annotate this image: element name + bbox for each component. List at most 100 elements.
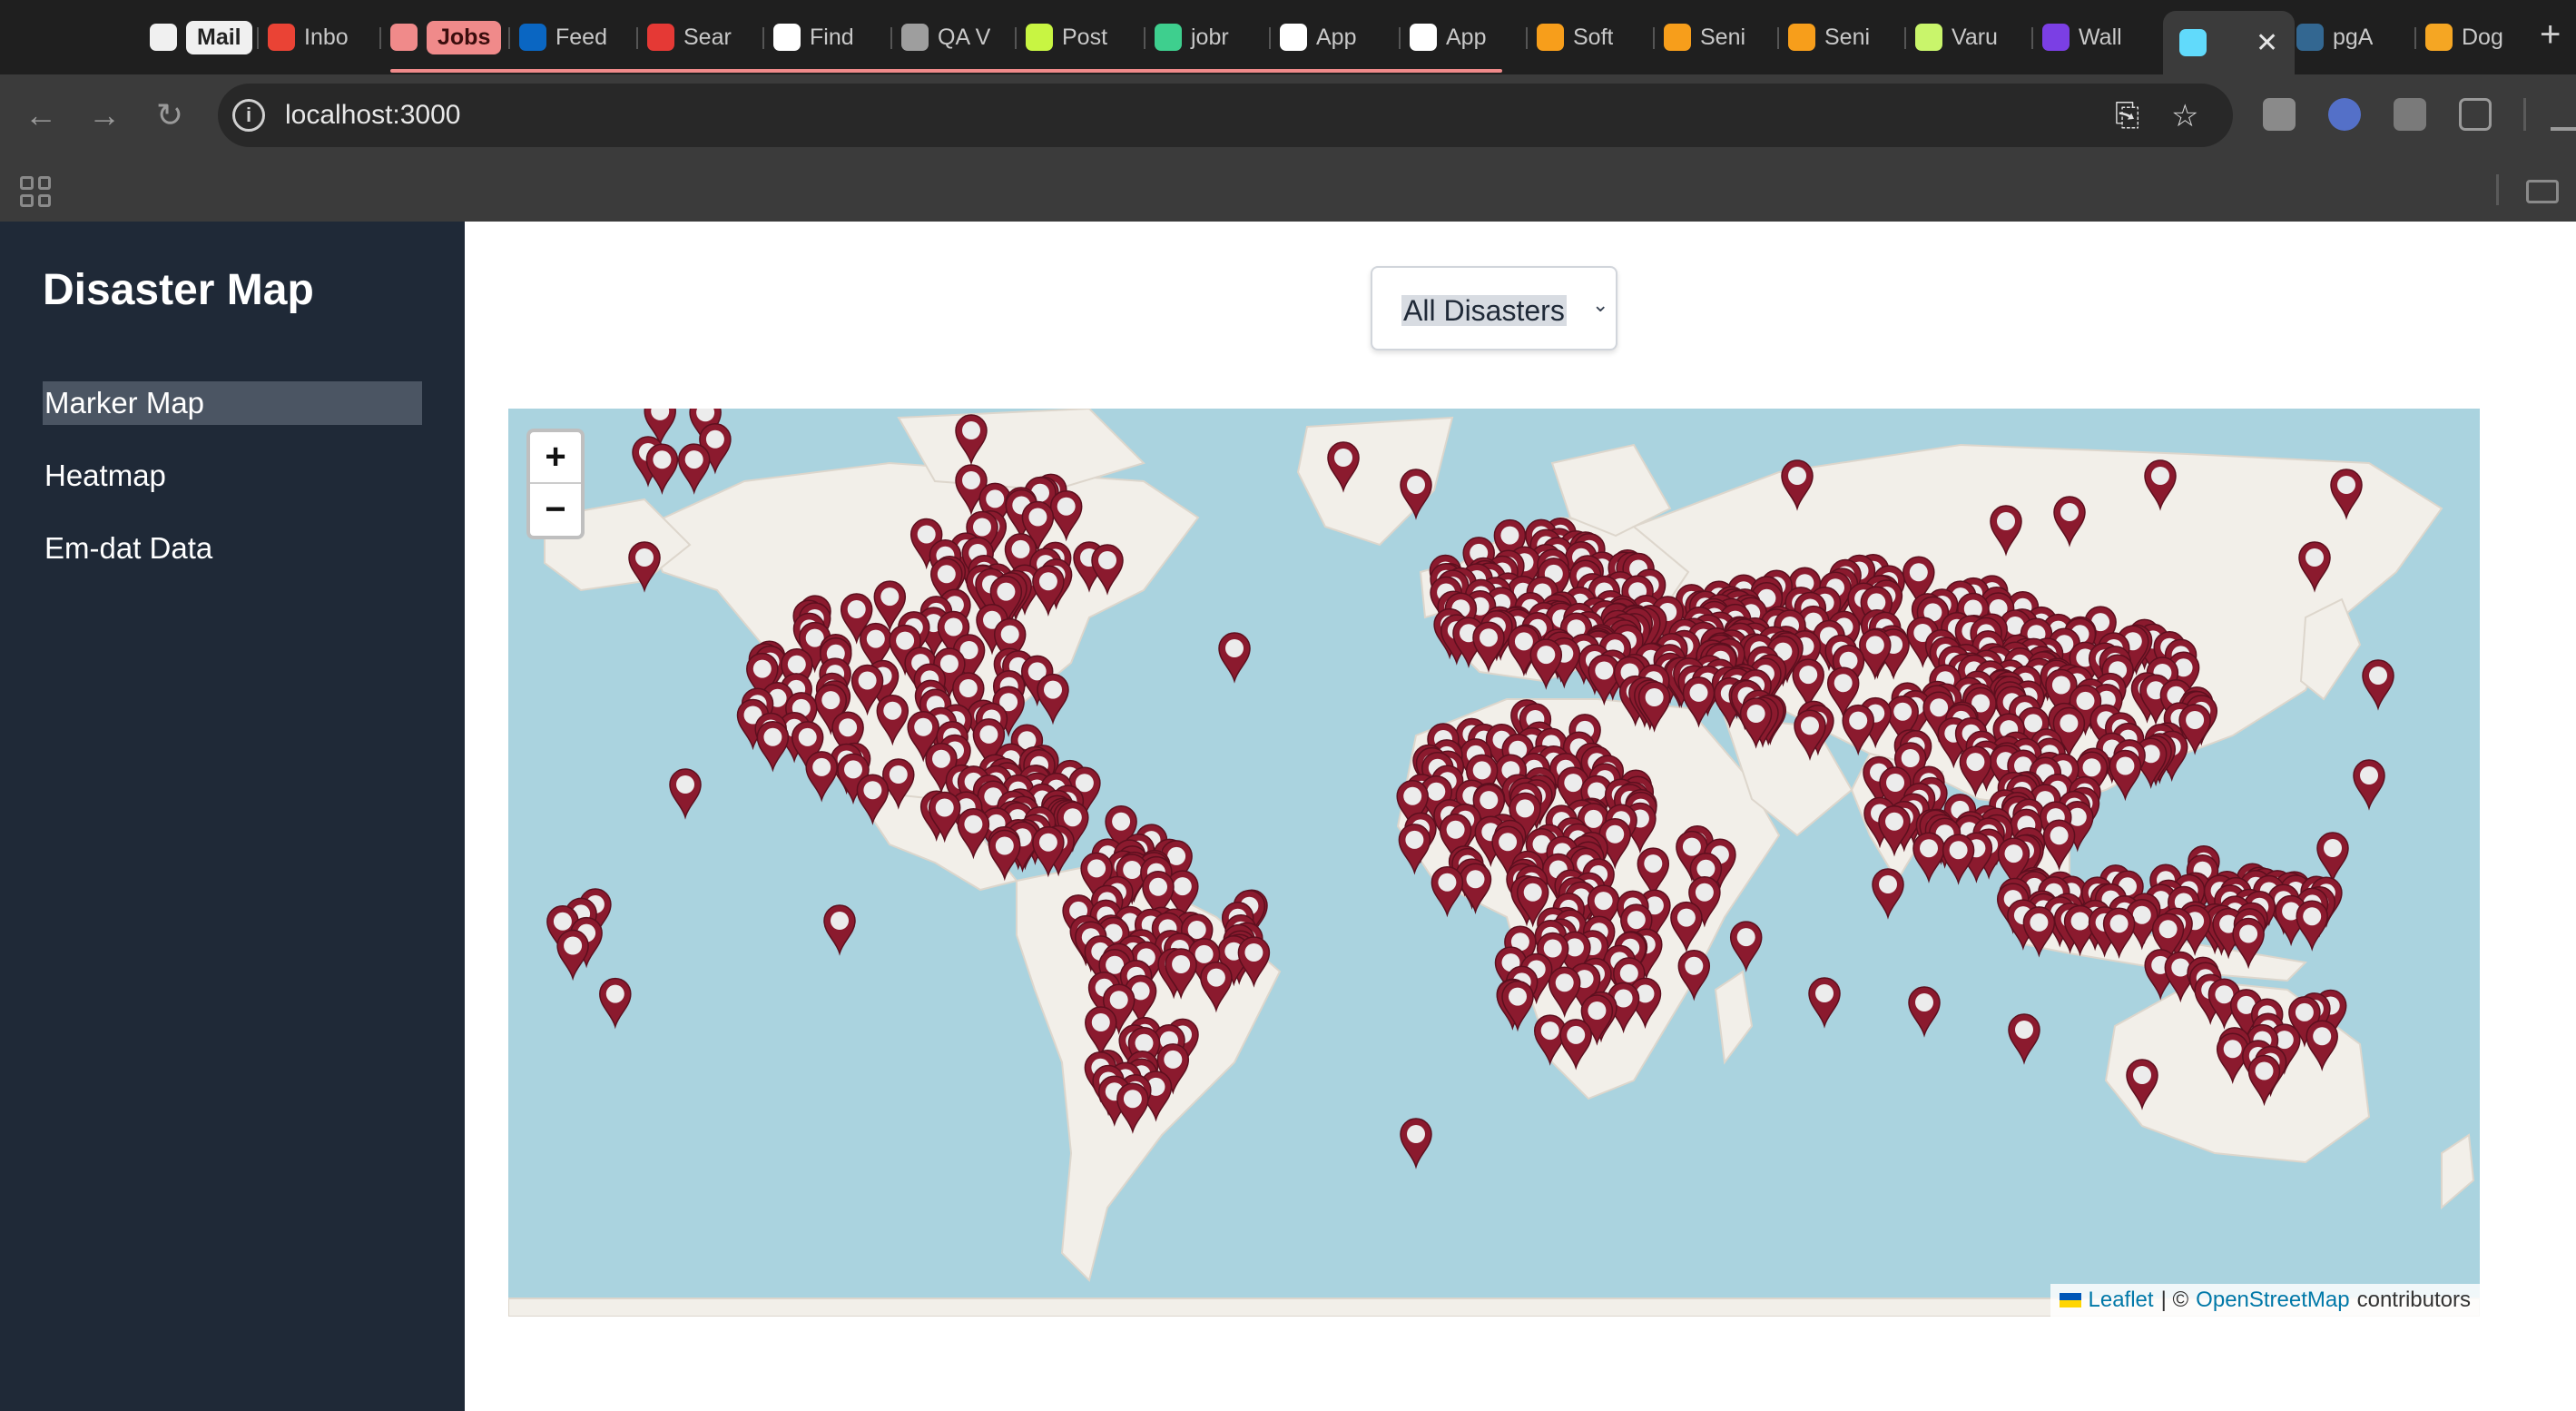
selected-disaster-type[interactable]: All Disasters: [1401, 295, 1567, 326]
nav-item-marker-map[interactable]: Marker Map: [43, 381, 422, 425]
leaflet-link[interactable]: Leaflet: [2089, 1284, 2154, 1317]
nav-item-emdat-data[interactable]: Em-dat Data: [43, 527, 422, 570]
tab-label: Dog: [2462, 24, 2503, 50]
browser-tab[interactable]: Find: [773, 16, 854, 58]
map-container[interactable]: + − Leaflet | © OpenStreetMap contributo…: [508, 409, 2480, 1317]
zoom-out-button[interactable]: −: [530, 484, 581, 536]
tab-label: Feed: [556, 24, 607, 50]
linkedin-icon: [519, 24, 546, 51]
land-layer: [508, 409, 2480, 1317]
close-tab-icon[interactable]: ✕: [2256, 27, 2278, 59]
browser-tab[interactable]: Post: [1026, 16, 1107, 58]
browser-tab[interactable]: pgA: [2296, 16, 2373, 58]
tab-group-underline: [390, 69, 1502, 73]
disaster-marker-icon[interactable]: [805, 751, 838, 803]
ukraine-flag-icon: [2059, 1293, 2081, 1307]
disaster-marker-icon[interactable]: [1431, 865, 1464, 918]
disaster-type-select[interactable]: All Disasters ⌄: [1371, 266, 1617, 350]
browser-tab[interactable]: Seni: [1664, 16, 1745, 58]
tab-separator: [1269, 27, 1271, 49]
extension-icon[interactable]: [2263, 98, 2296, 131]
disaster-marker-icon[interactable]: [645, 443, 679, 496]
browser-tab[interactable]: Seni: [1788, 16, 1870, 58]
wellfound-icon: [773, 24, 801, 51]
disaster-marker-icon[interactable]: [2109, 749, 2142, 802]
browser-tab[interactable]: App: [1410, 16, 1486, 58]
tab-separator: [890, 27, 892, 49]
extensions-puzzle-icon[interactable]: [2459, 98, 2492, 131]
disaster-marker-icon[interactable]: [1942, 834, 1975, 885]
disaster-marker-icon[interactable]: [599, 977, 632, 1030]
browser-tab[interactable]: Sear: [647, 16, 732, 58]
map-canvas[interactable]: [508, 409, 2480, 1317]
install-app-icon[interactable]: ⎘: [2115, 98, 2139, 133]
tab-label: Find: [810, 24, 854, 50]
extension-icon[interactable]: [2328, 98, 2361, 131]
browser-tab[interactable]: Mail: [150, 16, 252, 58]
disaster-marker-icon[interactable]: [677, 443, 711, 495]
disaster-marker-icon[interactable]: [2008, 1013, 2040, 1065]
url-text[interactable]: localhost:3000: [285, 100, 460, 131]
github-icon: [390, 24, 418, 51]
folder-icon[interactable]: [2526, 180, 2559, 203]
browser-tab[interactable]: Varu: [1915, 16, 1998, 58]
browser-tab[interactable]: Feed: [519, 16, 607, 58]
toolbar-divider: [2523, 98, 2526, 131]
disaster-marker-icon[interactable]: [1037, 673, 1069, 725]
github-icon: [150, 24, 177, 51]
tab-label: Seni: [1824, 24, 1871, 50]
new-tab-button[interactable]: +: [2540, 15, 2561, 55]
tab-label: QA V: [938, 24, 991, 50]
disaster-marker-icon[interactable]: [1872, 868, 1904, 920]
oracle-icon: [647, 24, 674, 51]
disaster-marker-icon[interactable]: [2353, 759, 2385, 811]
disaster-marker-icon[interactable]: [1218, 632, 1251, 684]
disaster-marker-icon[interactable]: [823, 904, 856, 956]
browser-tab[interactable]: Dog: [2425, 16, 2503, 58]
browser-tab[interactable]: Jobs: [390, 16, 502, 58]
site-info-icon[interactable]: i: [232, 99, 265, 132]
browser-tab[interactable]: QA V: [901, 16, 990, 58]
disaster-marker-icon[interactable]: [556, 929, 589, 982]
disaster-marker-icon[interactable]: [1808, 977, 1841, 1029]
disaster-marker-icon[interactable]: [1912, 832, 1945, 883]
amazon-icon: [1410, 24, 1437, 51]
tab-separator: [2031, 27, 2033, 49]
browser-tab[interactable]: Inbo: [268, 16, 349, 58]
browser-tab[interactable]: App: [1280, 16, 1356, 58]
browser-tab[interactable]: ✕: [2163, 11, 2296, 74]
zoom-in-button[interactable]: +: [530, 432, 581, 484]
disaster-marker-icon[interactable]: [756, 721, 790, 773]
browser-tab[interactable]: Wall: [2042, 16, 2122, 58]
browser-tab[interactable]: Soft: [1537, 16, 1613, 58]
address-bar[interactable]: i localhost:3000 ⎘ ☆: [218, 84, 2233, 147]
bookmark-star-icon[interactable]: ☆: [2171, 98, 2198, 134]
nav-item-heatmap[interactable]: Heatmap: [43, 454, 422, 498]
forward-icon[interactable]: →: [84, 94, 125, 136]
chevron-down-icon: ⌄: [1592, 293, 1609, 316]
tab-separator: [508, 27, 510, 49]
back-icon[interactable]: ←: [20, 94, 62, 136]
disaster-marker-icon[interactable]: [1400, 1118, 1432, 1169]
disaster-marker-icon[interactable]: [2316, 832, 2349, 883]
disaster-marker-icon[interactable]: [2296, 900, 2328, 952]
tab-label: Sear: [683, 24, 732, 50]
disaster-marker-icon[interactable]: [2362, 659, 2394, 711]
tab-separator: [2414, 27, 2416, 49]
tab-label: Wall: [2079, 24, 2122, 50]
disaster-marker-icon[interactable]: [1501, 980, 1534, 1032]
disaster-marker-icon[interactable]: [1729, 921, 1763, 972]
handshake-icon: [1026, 24, 1053, 51]
reload-icon[interactable]: ↻: [149, 94, 191, 136]
mastercard-icon: [1788, 24, 1815, 51]
disaster-marker-icon[interactable]: [1908, 986, 1941, 1038]
apps-grid-icon[interactable]: [20, 176, 51, 207]
tab-separator: [1904, 27, 1906, 49]
disaster-marker-icon[interactable]: [669, 768, 702, 820]
browser-tab[interactable]: jobr: [1155, 16, 1229, 58]
extension-icon[interactable]: [2394, 98, 2426, 131]
download-icon[interactable]: [2551, 98, 2576, 131]
tab-separator: [1015, 27, 1017, 49]
openstreetmap-link[interactable]: OpenStreetMap: [2196, 1284, 2349, 1317]
browser-toolbar: ← → ↻ i localhost:3000 ⎘ ☆: [0, 74, 2576, 158]
